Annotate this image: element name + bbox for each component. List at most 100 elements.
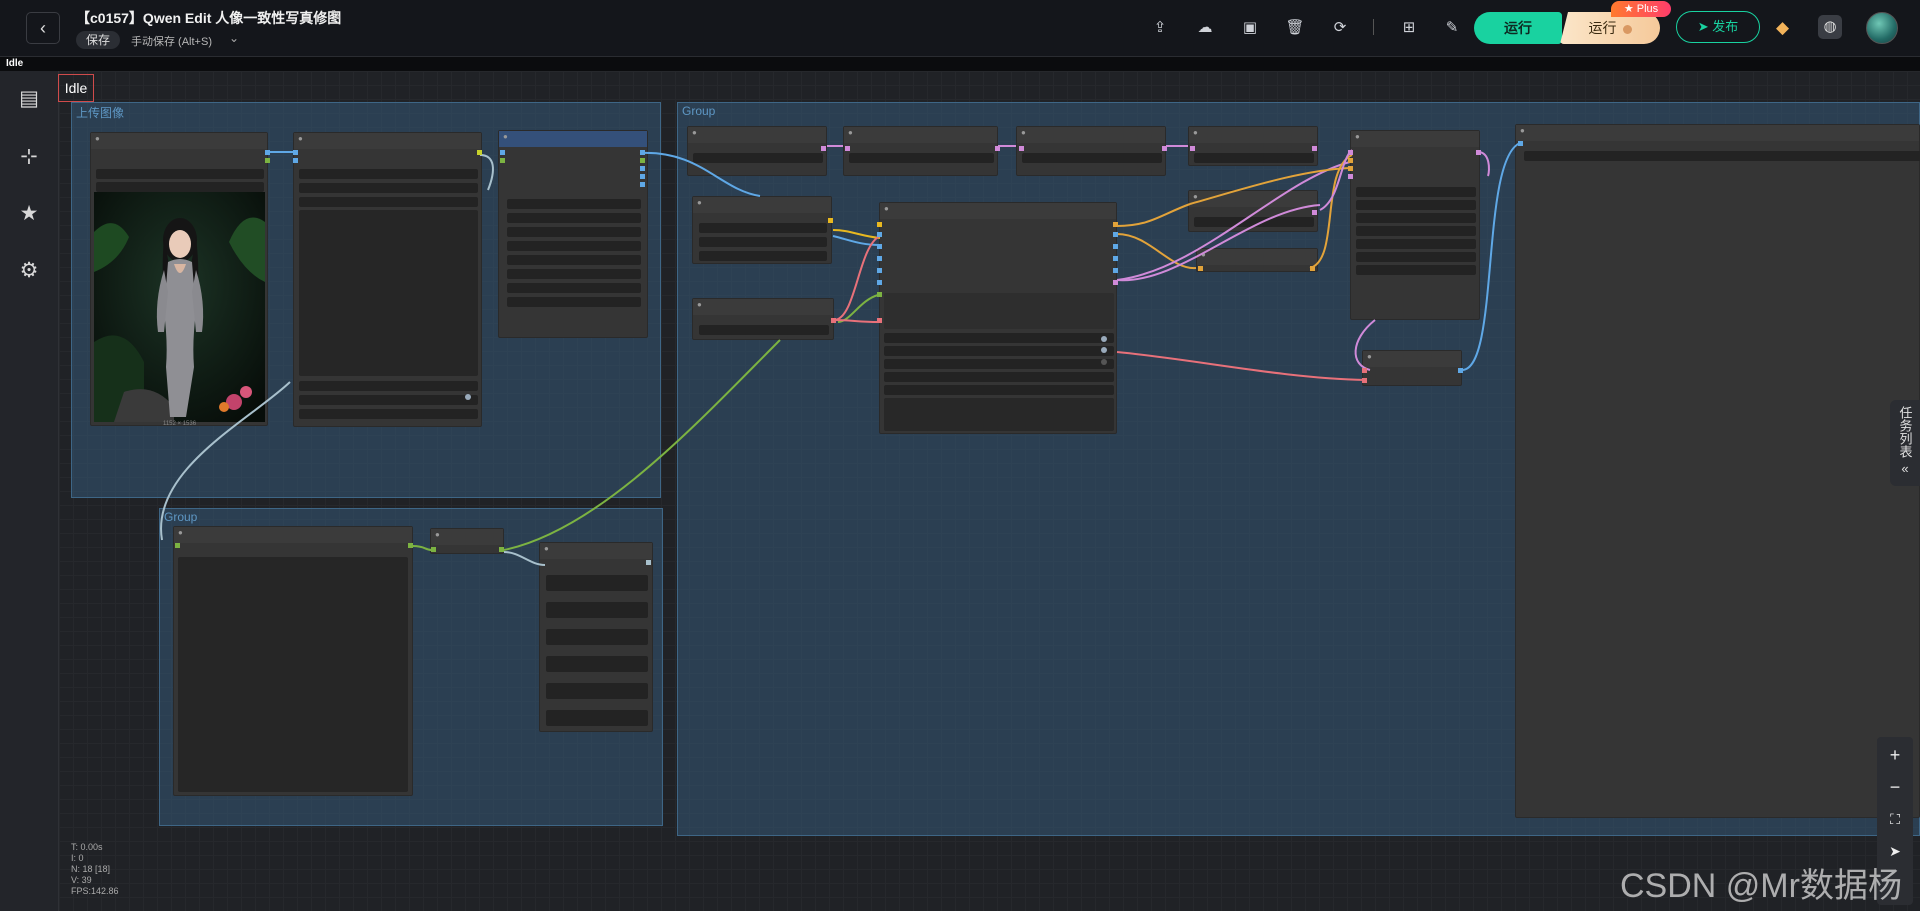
node-widget[interactable]: [1356, 200, 1476, 210]
node-widget[interactable]: [699, 237, 827, 247]
workflow-node[interactable]: ●: [1016, 126, 1166, 176]
workflow-node[interactable]: ●: [687, 126, 827, 176]
edit-note-icon[interactable]: ✎: [1441, 17, 1463, 39]
node-widget[interactable]: [546, 710, 648, 726]
node-widget[interactable]: [299, 381, 478, 391]
prompt-node[interactable]: ●: [293, 132, 482, 427]
edit-title-icon[interactable]: ✎: [330, 7, 342, 24]
zoom-out-icon[interactable]: −: [1877, 773, 1913, 801]
trash-icon[interactable]: 🗑: [1284, 17, 1306, 39]
node-widget[interactable]: [1524, 151, 1920, 161]
node-widget[interactable]: [849, 153, 994, 163]
node-widget[interactable]: [507, 241, 641, 251]
cloud-download-icon[interactable]: ☁: [1194, 17, 1216, 39]
node-widget[interactable]: [884, 359, 1114, 369]
node-widget[interactable]: [699, 251, 827, 261]
workflow-node[interactable]: ●: [430, 528, 504, 554]
node-widget[interactable]: [96, 169, 264, 179]
node-widget[interactable]: [884, 346, 1114, 356]
star-icon[interactable]: ★: [15, 200, 43, 228]
avatar[interactable]: [1866, 12, 1898, 44]
node-widget[interactable]: [1194, 217, 1314, 227]
node-widget[interactable]: [1356, 226, 1476, 236]
document-icon[interactable]: ▤: [15, 85, 43, 113]
diamond-icon[interactable]: ◆: [1776, 18, 1789, 38]
autosave-mode-label[interactable]: 手动保存 (Alt+S): [131, 33, 212, 49]
workflow-node[interactable]: ●: [1188, 126, 1318, 166]
refresh-icon[interactable]: ⟳: [1329, 17, 1351, 39]
node-widget[interactable]: [1356, 265, 1476, 275]
workflow-node[interactable]: ●: [539, 542, 653, 732]
node-widget[interactable]: [507, 255, 641, 265]
run-button[interactable]: 运行: [1474, 12, 1562, 44]
node-widget[interactable]: [699, 325, 829, 335]
node-header: ●: [431, 529, 503, 545]
node-widget[interactable]: [884, 333, 1114, 343]
node-widget[interactable]: [546, 656, 648, 672]
node-widget[interactable]: [1356, 252, 1476, 262]
image-scale-node[interactable]: ●: [498, 130, 648, 338]
node-widget[interactable]: [699, 223, 827, 233]
chevron-down-icon[interactable]: ⌄: [229, 31, 239, 45]
node-widget[interactable]: [507, 213, 641, 223]
node-widget[interactable]: [546, 602, 648, 618]
node-widget[interactable]: [693, 153, 823, 163]
workflow-node[interactable]: ●: [1196, 248, 1318, 272]
node-widget[interactable]: [1356, 187, 1476, 197]
grid-icon[interactable]: ⊞: [1398, 17, 1420, 39]
publish-button[interactable]: ➤ 发布: [1676, 11, 1760, 43]
node-widget[interactable]: [1356, 239, 1476, 249]
node-widget[interactable]: [507, 269, 641, 279]
workflow-node[interactable]: ●: [843, 126, 998, 176]
workflow-icon[interactable]: ⊹: [15, 143, 43, 171]
node-widget[interactable]: [507, 297, 641, 307]
workflow-node[interactable]: ●: [692, 196, 832, 264]
screenshot-icon[interactable]: ▣: [1239, 17, 1261, 39]
node-dot-icon: ●: [503, 132, 508, 141]
workflow-node[interactable]: ●: [692, 298, 834, 340]
gear-icon[interactable]: ⚙: [15, 257, 43, 285]
fit-view-icon[interactable]: ⛶: [1877, 805, 1913, 833]
text-area-widget[interactable]: [299, 210, 478, 376]
uploaded-photo: [94, 192, 265, 422]
node-widget[interactable]: [299, 395, 478, 405]
send-icon: ➤: [1697, 19, 1709, 34]
node-header: ●: [1189, 127, 1317, 143]
vae-decode-node[interactable]: ●: [1362, 350, 1462, 386]
node-widget[interactable]: [299, 197, 478, 207]
node-widget[interactable]: [546, 629, 648, 645]
node-header: ●: [1197, 249, 1317, 265]
node-widget[interactable]: [299, 409, 478, 419]
globe-icon[interactable]: ◍: [1818, 15, 1842, 39]
node-widget[interactable]: [96, 182, 264, 192]
upload-icon[interactable]: ⇪: [1149, 17, 1171, 39]
text-area-widget[interactable]: [178, 557, 408, 792]
node-widget[interactable]: [546, 683, 648, 699]
node-widget[interactable]: [507, 283, 641, 293]
node-widget[interactable]: [884, 398, 1114, 431]
node-widget[interactable]: [507, 199, 641, 209]
node-widget[interactable]: [1022, 153, 1162, 163]
node-widget[interactable]: [507, 227, 641, 237]
workflow-node[interactable]: ●: [1188, 190, 1318, 232]
node-dot-icon: ●: [1021, 128, 1026, 137]
node-widget[interactable]: [546, 575, 648, 591]
top-bar: ‹ 【c0157】Qwen Edit 人像一致性写真修图 ✎ 保存 手动保存 (…: [0, 0, 1920, 57]
stat-fps: FPS:142.86: [71, 886, 119, 896]
node-widget[interactable]: [1356, 213, 1476, 223]
node-widget[interactable]: [884, 372, 1114, 382]
preview-image-node[interactable]: ●: [1515, 124, 1920, 818]
ksampler-node[interactable]: ●: [879, 202, 1117, 434]
zoom-in-icon[interactable]: +: [1877, 741, 1913, 769]
node-widget[interactable]: [1194, 153, 1314, 163]
node-widget[interactable]: [299, 183, 478, 193]
node-widget[interactable]: [884, 385, 1114, 395]
node-dot-icon: ●: [1193, 128, 1198, 137]
node-widget[interactable]: [884, 293, 1114, 329]
workflow-node[interactable]: ●: [1350, 130, 1480, 320]
task-list-tab[interactable]: 任务列表 «: [1890, 400, 1920, 486]
node-widget[interactable]: [299, 169, 478, 179]
save-button[interactable]: 保存: [76, 31, 121, 49]
back-button[interactable]: ‹: [26, 12, 60, 44]
workflow-node[interactable]: ●: [173, 526, 413, 796]
